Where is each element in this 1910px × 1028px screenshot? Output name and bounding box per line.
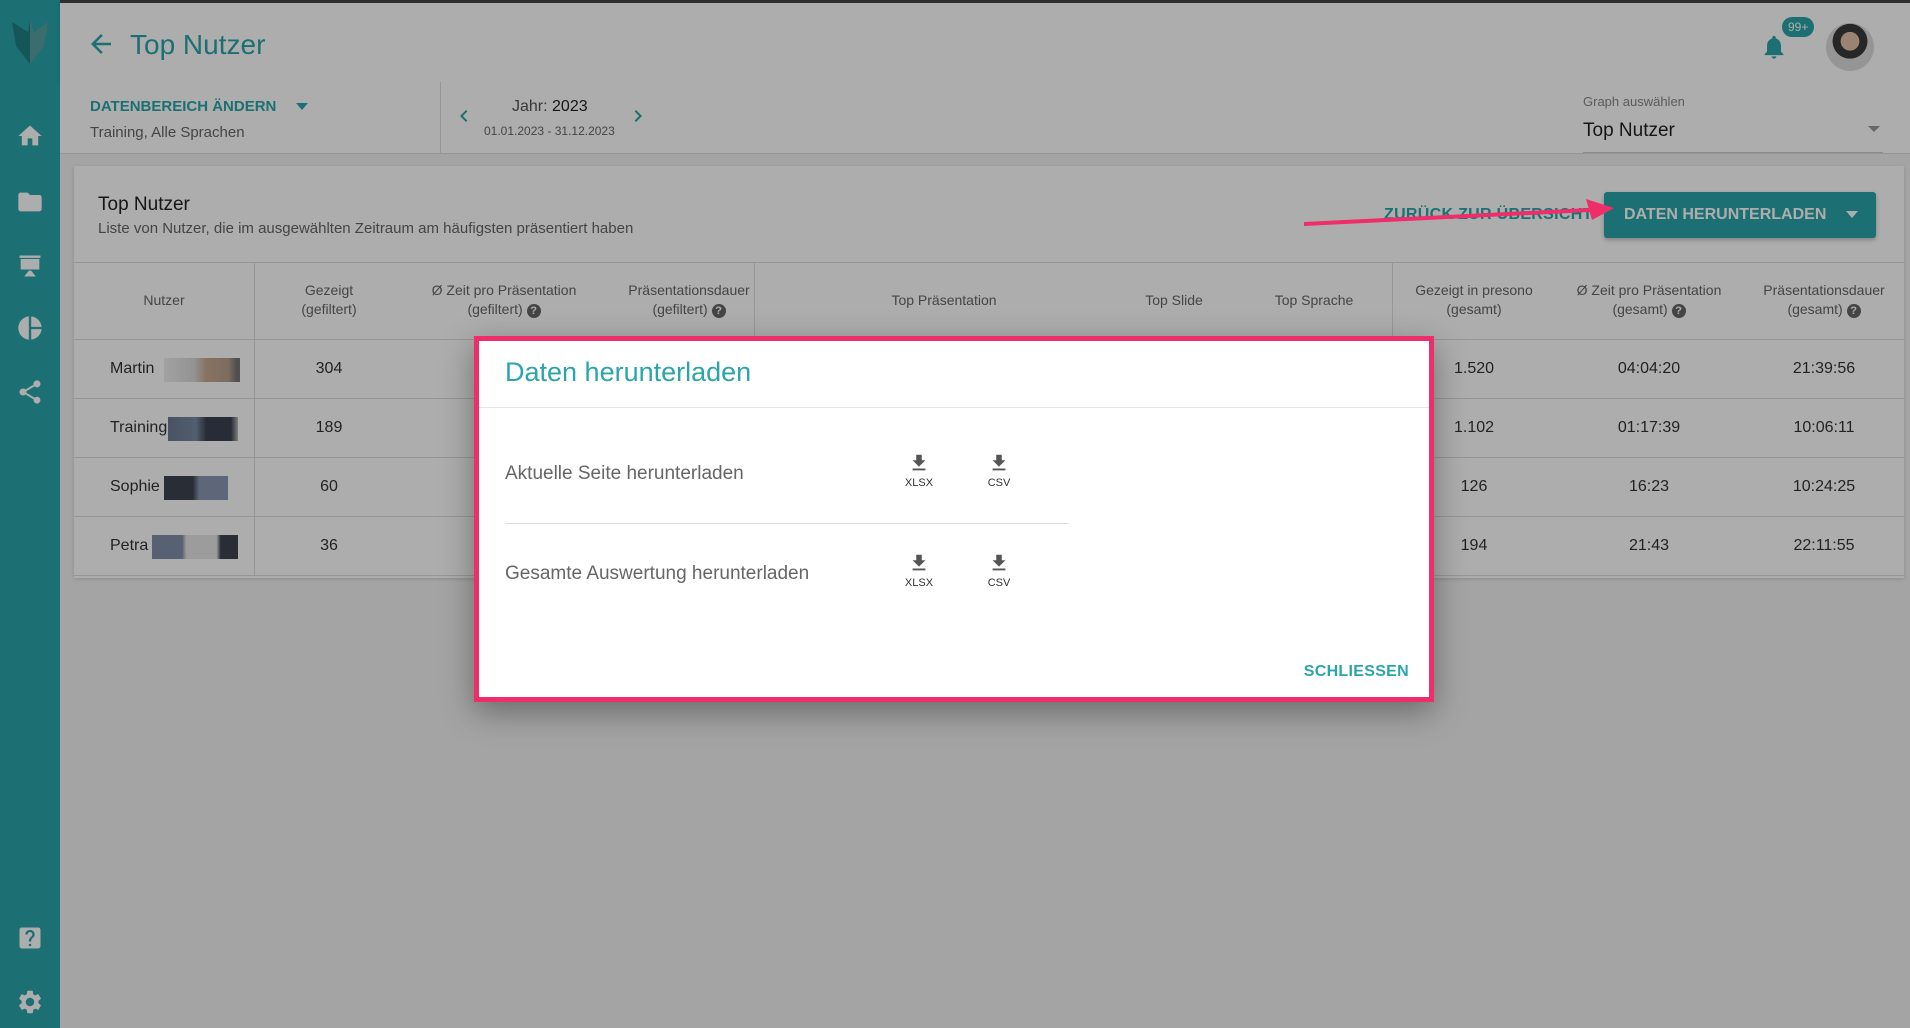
full-report-download-label: Gesamte Auswertung herunterladen (505, 563, 810, 584)
download-dialog: Daten herunterladen Aktuelle Seite herun… (474, 336, 1434, 702)
current-page-download-label: Aktuelle Seite herunterladen (505, 463, 744, 484)
download-icon (912, 554, 926, 571)
annotation-arrow-icon (1303, 199, 1614, 226)
download-icon (912, 454, 926, 471)
close-dialog-button[interactable]: SCHLIESSEN (1304, 663, 1409, 681)
download-current-xlsx-button[interactable]: XLSX (899, 451, 939, 495)
divider (479, 407, 1429, 408)
format-label: CSV (987, 577, 1011, 589)
divider (505, 523, 1069, 524)
format-label: CSV (987, 477, 1011, 489)
download-icon (992, 454, 1006, 471)
format-label: XLSX (904, 477, 934, 489)
download-full-csv-button[interactable]: CSV (979, 551, 1019, 595)
dialog-title: Daten herunterladen (505, 357, 752, 387)
download-current-csv-button[interactable]: CSV (979, 451, 1019, 495)
download-full-xlsx-button[interactable]: XLSX (899, 551, 939, 595)
download-icon (992, 554, 1006, 571)
format-label: XLSX (904, 577, 934, 589)
